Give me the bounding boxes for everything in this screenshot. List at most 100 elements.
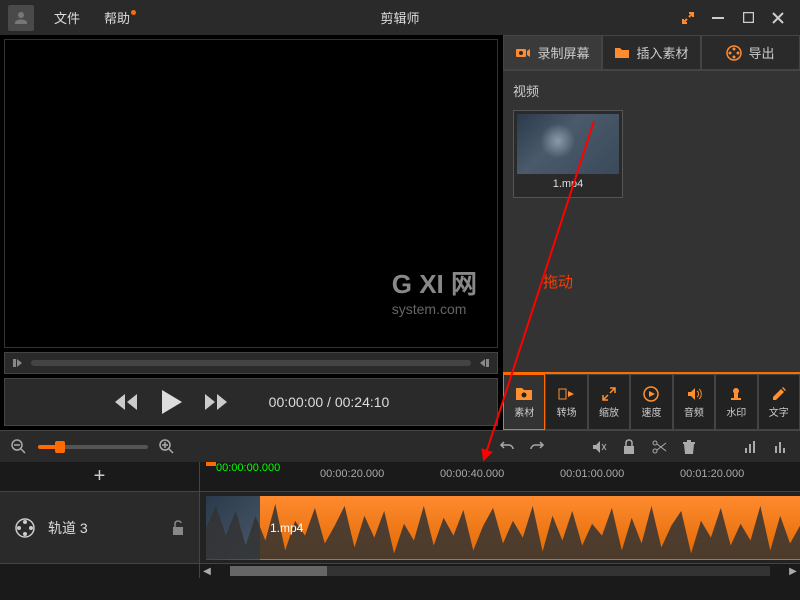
timeline-ruler: + 00:00:00.000 00:00:20.000 00:00:40.000… bbox=[0, 462, 800, 492]
scrollbar-track[interactable] bbox=[230, 566, 770, 576]
detach-button[interactable] bbox=[680, 10, 696, 26]
ruler-tick: 00:01:20.000 bbox=[680, 468, 744, 480]
close-icon bbox=[772, 12, 784, 24]
ruler-ticks[interactable]: 00:00:00.000 00:00:20.000 00:00:40.000 0… bbox=[200, 462, 800, 491]
timeline: + 00:00:00.000 00:00:20.000 00:00:40.000… bbox=[0, 462, 800, 600]
tab-import-media[interactable]: 插入素材 bbox=[602, 35, 701, 70]
time-total: 00:24:10 bbox=[335, 394, 390, 410]
film-reel-icon bbox=[726, 45, 742, 61]
audio-levels-button[interactable] bbox=[742, 438, 760, 456]
delete-button[interactable] bbox=[680, 438, 698, 456]
scroll-left-button[interactable]: ◀ bbox=[200, 564, 214, 578]
lock-icon bbox=[622, 439, 636, 455]
equalizer-button[interactable] bbox=[772, 438, 790, 456]
watermark-line2: system.com bbox=[392, 301, 477, 317]
speaker-icon bbox=[686, 386, 702, 402]
undo-button[interactable] bbox=[498, 438, 516, 456]
mute-button[interactable] bbox=[590, 438, 608, 456]
zoom-in-button[interactable] bbox=[158, 438, 176, 456]
folder-icon bbox=[614, 45, 630, 61]
tooltab-scale[interactable]: 缩放 bbox=[588, 374, 630, 430]
track-lane[interactable]: 1.mp4 bbox=[200, 492, 800, 563]
media-thumbnail[interactable]: 1.mp4 bbox=[513, 110, 623, 198]
tooltab-text[interactable]: 文字 bbox=[758, 374, 800, 430]
tab-record-screen[interactable]: 录制屏幕 bbox=[503, 35, 602, 70]
tooltab-speed[interactable]: 速度 bbox=[630, 374, 672, 430]
minimize-button[interactable] bbox=[710, 10, 726, 26]
add-track-button[interactable]: + bbox=[0, 462, 200, 491]
timeline-scrollbar: ◀ ▶ bbox=[0, 564, 800, 578]
transition-icon bbox=[558, 386, 576, 402]
redo-button[interactable] bbox=[528, 438, 546, 456]
tab-record-label: 录制屏幕 bbox=[537, 43, 589, 62]
close-button[interactable] bbox=[770, 10, 786, 26]
tooltab-watermark[interactable]: 水印 bbox=[715, 374, 757, 430]
zoom-slider[interactable] bbox=[38, 445, 148, 449]
tab-export-label: 导出 bbox=[748, 43, 774, 62]
pencil-icon bbox=[771, 386, 787, 402]
tab-import-label: 插入素材 bbox=[636, 43, 688, 62]
scissors-icon bbox=[651, 439, 667, 455]
tooltab-material[interactable]: 素材 bbox=[503, 374, 545, 430]
play-icon bbox=[159, 388, 183, 416]
scroll-right-button[interactable]: ▶ bbox=[786, 564, 800, 578]
film-reel-icon bbox=[14, 517, 36, 539]
timeline-toolbar bbox=[0, 430, 800, 462]
rewind-button[interactable] bbox=[113, 392, 139, 412]
menu-file[interactable]: 文件 bbox=[42, 8, 92, 27]
forward-icon bbox=[203, 392, 229, 412]
unlock-icon[interactable] bbox=[171, 520, 185, 536]
tooltab-material-label: 素材 bbox=[514, 404, 534, 419]
tooltab-watermark-label: 水印 bbox=[726, 404, 746, 419]
timecode-display: 00:00:00 / 00:24:10 bbox=[269, 394, 390, 410]
clip-label: 1.mp4 bbox=[270, 521, 303, 535]
tooltab-transition[interactable]: 转场 bbox=[545, 374, 587, 430]
ruler-tick: 00:00:40.000 bbox=[440, 468, 504, 480]
sliders-icon bbox=[774, 440, 788, 454]
tooltab-audio[interactable]: 音频 bbox=[673, 374, 715, 430]
scrollbar-thumb[interactable] bbox=[230, 566, 327, 576]
speed-icon bbox=[643, 386, 659, 402]
bars-icon bbox=[744, 440, 758, 454]
tooltab-transition-label: 转场 bbox=[557, 404, 577, 419]
scale-icon bbox=[601, 386, 617, 402]
app-title: 剪辑师 bbox=[380, 8, 419, 27]
speaker-small-icon bbox=[591, 439, 607, 455]
play-button[interactable] bbox=[159, 388, 183, 416]
camera-record-icon bbox=[515, 45, 531, 61]
cut-button[interactable] bbox=[650, 438, 668, 456]
title-bar: 文件 帮助 剪辑师 bbox=[0, 0, 800, 35]
timeline-clip[interactable]: 1.mp4 bbox=[206, 496, 800, 560]
rewind-icon bbox=[113, 392, 139, 412]
thumbnail-image bbox=[517, 114, 619, 174]
marker-end-icon[interactable] bbox=[479, 357, 491, 369]
thumbnail-label: 1.mp4 bbox=[517, 174, 619, 194]
track-name: 轨道 3 bbox=[48, 518, 88, 538]
menu-help[interactable]: 帮助 bbox=[92, 8, 142, 27]
maximize-button[interactable] bbox=[740, 10, 756, 26]
tooltab-audio-label: 音频 bbox=[684, 404, 704, 419]
watermark-overlay: G XI 网 system.com bbox=[392, 264, 477, 317]
playhead-label[interactable]: 00:00:00.000 bbox=[216, 462, 280, 474]
zoom-in-icon bbox=[159, 439, 175, 455]
forward-button[interactable] bbox=[203, 392, 229, 412]
marker-start-icon[interactable] bbox=[11, 357, 23, 369]
progress-slider[interactable] bbox=[31, 360, 471, 366]
user-avatar[interactable] bbox=[8, 5, 34, 31]
tooltab-scale-label: 缩放 bbox=[599, 404, 619, 419]
track-header[interactable]: 轨道 3 bbox=[0, 492, 200, 563]
time-current: 00:00:00 bbox=[269, 394, 324, 410]
video-preview[interactable]: G XI 网 system.com bbox=[4, 39, 498, 348]
user-icon bbox=[12, 9, 30, 27]
tab-export[interactable]: 导出 bbox=[701, 35, 800, 70]
ruler-tick: 00:00:20.000 bbox=[320, 468, 384, 480]
media-pane: 录制屏幕 插入素材 导出 视频 1.mp4 拖动 素材 转场 缩放 速度 bbox=[502, 35, 800, 430]
timeline-track: 轨道 3 1.mp4 bbox=[0, 492, 800, 564]
zoom-slider-thumb[interactable] bbox=[55, 441, 65, 453]
zoom-out-button[interactable] bbox=[10, 438, 28, 456]
lock-all-button[interactable] bbox=[620, 438, 638, 456]
media-library: 视频 1.mp4 拖动 bbox=[503, 71, 800, 372]
preview-pane: G XI 网 system.com 00:00:00 / 00:24:10 bbox=[0, 35, 502, 430]
transport-controls: 00:00:00 / 00:24:10 bbox=[4, 378, 498, 426]
undo-icon bbox=[499, 439, 515, 455]
